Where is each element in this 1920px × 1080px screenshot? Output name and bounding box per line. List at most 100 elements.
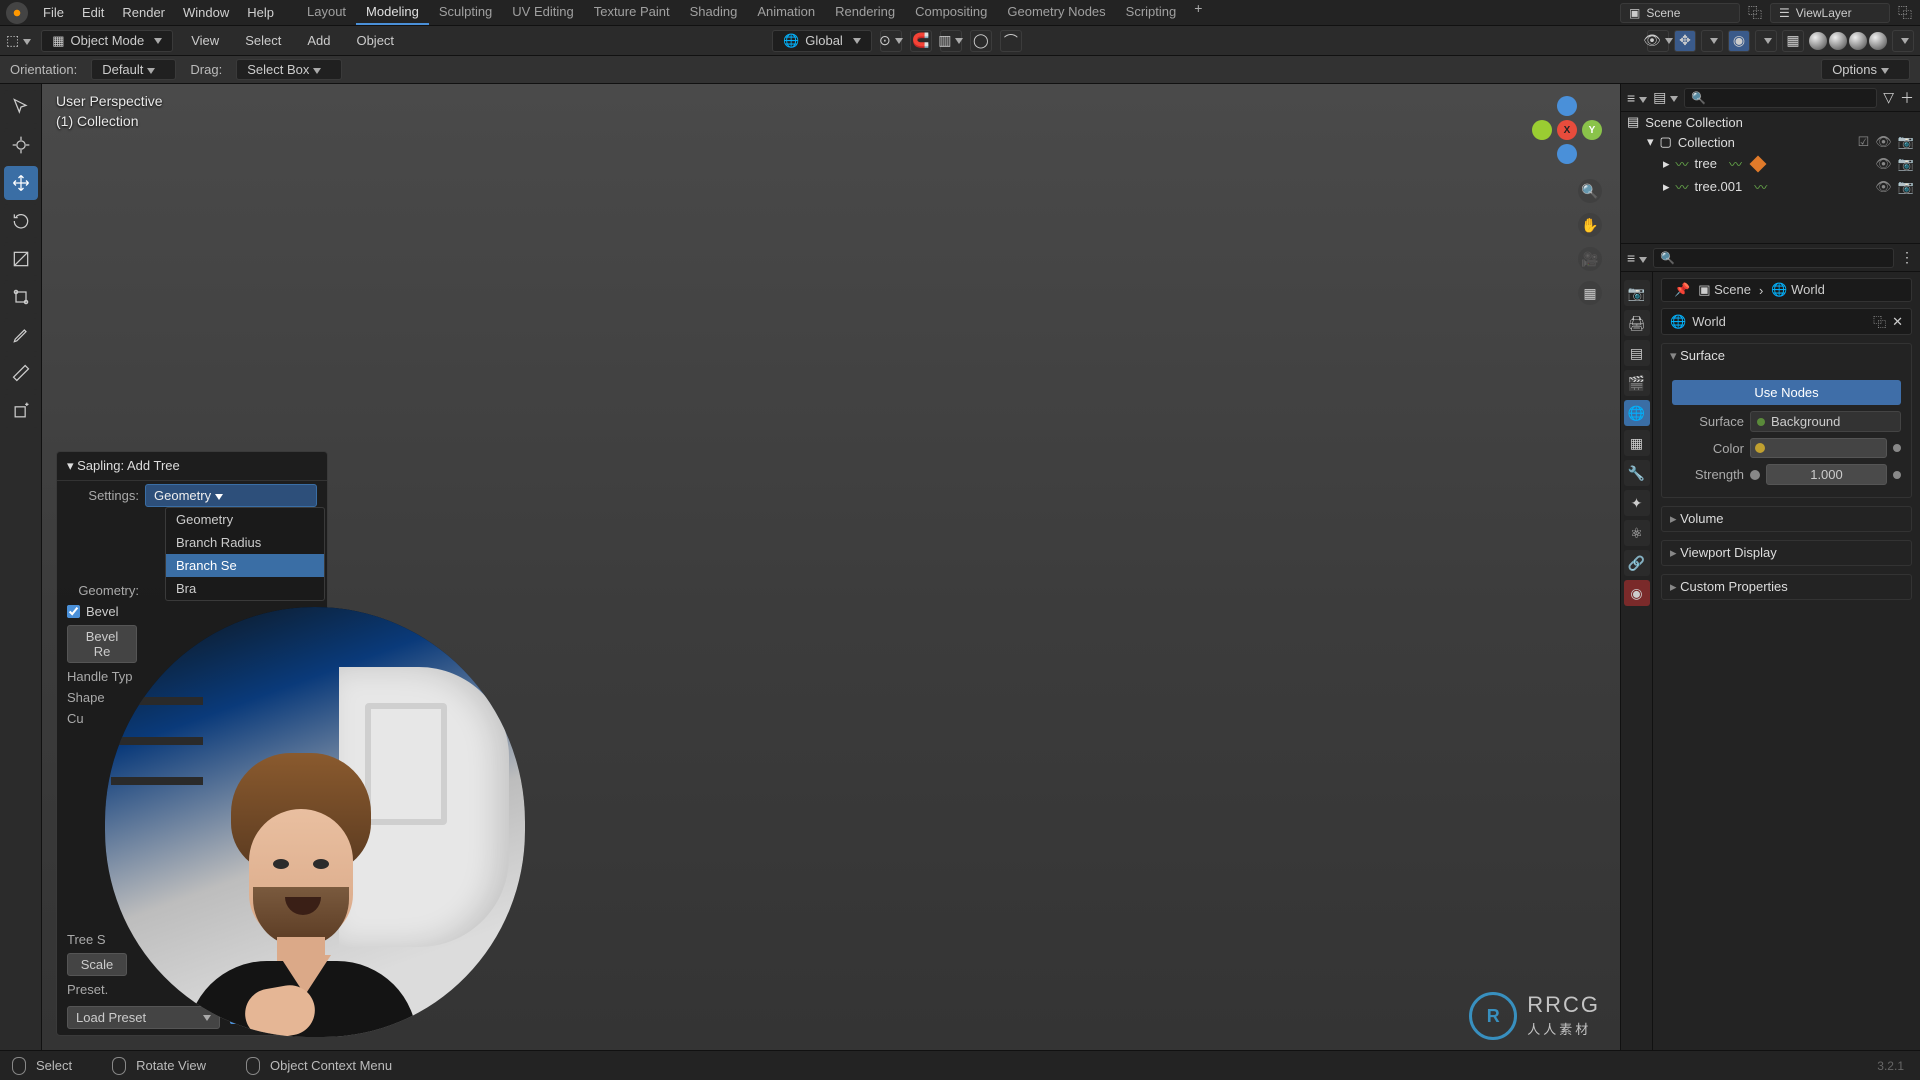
ptab-object[interactable]: ▦ <box>1624 430 1650 456</box>
gizmo-x-axis[interactable]: X <box>1557 120 1577 140</box>
hide-viewport-icon[interactable]: 👁 <box>1875 156 1892 172</box>
pivot-point-button[interactable]: ⊙ <box>880 30 902 52</box>
disable-render-icon[interactable]: 📷 <box>1898 179 1914 195</box>
tool-scale[interactable] <box>4 242 38 276</box>
tab-compositing[interactable]: Compositing <box>905 0 997 25</box>
outliner-collection[interactable]: ▾ ▢ Collection ☑ 👁 📷 <box>1621 132 1920 152</box>
overlay-options[interactable] <box>1755 30 1777 52</box>
viewport-3d[interactable]: User Perspective (1) Collection X Y 🔍 ✋ … <box>42 84 1620 1050</box>
new-scene-button[interactable]: ⿻ <box>1748 3 1762 23</box>
options-icon[interactable]: ⋮ <box>1900 249 1914 266</box>
ptab-particle[interactable]: ✦ <box>1624 490 1650 516</box>
disable-render-icon[interactable]: 📷 <box>1898 134 1914 150</box>
menu-help[interactable]: Help <box>238 5 283 20</box>
tab-layout[interactable]: Layout <box>297 0 356 25</box>
tool-measure[interactable] <box>4 356 38 390</box>
new-collection-button[interactable]: ＋ <box>1900 88 1914 108</box>
strength-field[interactable]: 1.000 <box>1766 464 1887 485</box>
tab-sculpting[interactable]: Sculpting <box>429 0 502 25</box>
ptab-render[interactable]: 📷 <box>1624 280 1650 306</box>
transform-orientation[interactable]: 🌐 Global <box>772 30 872 52</box>
visibility-filter-button[interactable]: 👁 <box>1647 30 1669 52</box>
tab-geometry-nodes[interactable]: Geometry Nodes <box>997 0 1115 25</box>
dropdown-opt-branch-radius[interactable]: Branch Radius <box>166 531 324 554</box>
editor-type-button[interactable]: ⬚ <box>6 32 31 49</box>
panel-volume-header[interactable]: Volume <box>1662 507 1911 531</box>
color-field[interactable] <box>1750 438 1887 458</box>
pin-icon[interactable]: 📌 <box>1674 282 1690 298</box>
display-mode-button[interactable]: ▤ <box>1653 89 1678 106</box>
menu-add[interactable]: Add <box>299 33 338 48</box>
bevel-checkbox[interactable] <box>67 605 80 618</box>
properties-search-input[interactable] <box>1653 248 1894 268</box>
shading-material[interactable] <box>1849 32 1867 50</box>
ptab-constraint[interactable]: 🔗 <box>1624 550 1650 576</box>
tool-rotate[interactable] <box>4 204 38 238</box>
menu-view[interactable]: View <box>183 33 227 48</box>
perspective-toggle-button[interactable]: ▦ <box>1578 281 1602 305</box>
ptab-world[interactable]: 🌐 <box>1624 400 1650 426</box>
add-workspace-button[interactable]: + <box>1186 0 1210 25</box>
outliner-scene-collection[interactable]: ▤ Scene Collection <box>1621 112 1920 132</box>
shading-solid[interactable] <box>1829 32 1847 50</box>
shading-rendered[interactable] <box>1869 32 1887 50</box>
shading-wireframe[interactable] <box>1809 32 1827 50</box>
filter-button[interactable]: ▽ <box>1883 89 1894 106</box>
editor-type-properties-button[interactable]: ≡ <box>1627 250 1647 266</box>
outliner-item-tree-001[interactable]: ▸ 〰 tree.001 〰 👁 📷 <box>1621 175 1920 198</box>
ptab-scene[interactable]: 🎬 <box>1624 370 1650 396</box>
outliner-item-tree[interactable]: ▸ 〰 tree 〰 👁 📷 <box>1621 152 1920 175</box>
snap-toggle[interactable]: 🧲 <box>910 30 932 52</box>
dropdown-opt-branch-se[interactable]: Branch Se <box>166 554 324 577</box>
use-nodes-button[interactable]: Use Nodes <box>1672 380 1901 405</box>
tool-transform[interactable] <box>4 280 38 314</box>
new-world-button[interactable]: ⿻ <box>1873 312 1886 331</box>
gizmo-options[interactable] <box>1701 30 1723 52</box>
world-datablock-selector[interactable]: 🌐 World ⿻ ✕ <box>1661 308 1912 335</box>
gizmo-neg-x-axis[interactable] <box>1532 120 1552 140</box>
navigation-gizmo[interactable]: X Y <box>1532 96 1602 166</box>
ptab-physics[interactable]: ⚛ <box>1624 520 1650 546</box>
menu-object[interactable]: Object <box>348 33 402 48</box>
gizmo-z-axis[interactable] <box>1557 96 1577 116</box>
zoom-button[interactable]: 🔍 <box>1578 179 1602 203</box>
tool-select-box[interactable] <box>4 90 38 124</box>
camera-view-button[interactable]: 🎥 <box>1578 247 1602 271</box>
tool-annotate[interactable] <box>4 318 38 352</box>
viewport-shading[interactable] <box>1809 32 1887 50</box>
tab-texture-paint[interactable]: Texture Paint <box>584 0 680 25</box>
overlay-toggle[interactable]: ◉ <box>1728 30 1750 52</box>
settings-dropdown[interactable]: Geometry <box>145 484 317 507</box>
xray-toggle[interactable]: ▦ <box>1782 30 1804 52</box>
strength-socket-left[interactable] <box>1750 470 1760 480</box>
drag-field[interactable]: Select Box <box>236 59 342 80</box>
menu-window[interactable]: Window <box>174 5 238 20</box>
tool-move[interactable] <box>4 166 38 200</box>
tab-animation[interactable]: Animation <box>747 0 825 25</box>
menu-select[interactable]: Select <box>237 33 289 48</box>
outliner-search-input[interactable] <box>1684 88 1877 108</box>
panel-viewport-display-header[interactable]: Viewport Display <box>1662 541 1911 565</box>
tab-shading[interactable]: Shading <box>680 0 748 25</box>
viewlayer-selector[interactable]: ☰ ViewLayer <box>1770 3 1890 23</box>
tab-uv-editing[interactable]: UV Editing <box>502 0 583 25</box>
panel-title[interactable]: ▾ Sapling: Add Tree <box>57 452 327 481</box>
tab-modeling[interactable]: Modeling <box>356 0 429 25</box>
surface-shader-button[interactable]: Background <box>1750 411 1901 432</box>
menu-edit[interactable]: Edit <box>73 5 113 20</box>
panel-surface-header[interactable]: Surface <box>1662 344 1911 368</box>
new-viewlayer-button[interactable]: ⿻ <box>1898 3 1912 23</box>
scene-selector[interactable]: ▣ Scene <box>1620 3 1740 23</box>
ptab-modifier[interactable]: 🔧 <box>1624 460 1650 486</box>
menu-file[interactable]: File <box>34 5 73 20</box>
dropdown-opt-bra[interactable]: Bra <box>166 577 324 600</box>
color-socket[interactable] <box>1893 444 1901 452</box>
crumb-world[interactable]: 🌐 World <box>1771 282 1825 298</box>
tab-rendering[interactable]: Rendering <box>825 0 905 25</box>
hide-viewport-icon[interactable]: 👁 <box>1875 134 1892 150</box>
ptab-viewlayer[interactable]: ▤ <box>1624 340 1650 366</box>
proportional-falloff[interactable]: ⌒ <box>1000 30 1022 52</box>
ptab-output[interactable]: 🖨 <box>1624 310 1650 336</box>
exclude-checkbox[interactable]: ☑ <box>1858 134 1870 150</box>
mode-selector[interactable]: ▦ Object Mode <box>41 30 173 52</box>
